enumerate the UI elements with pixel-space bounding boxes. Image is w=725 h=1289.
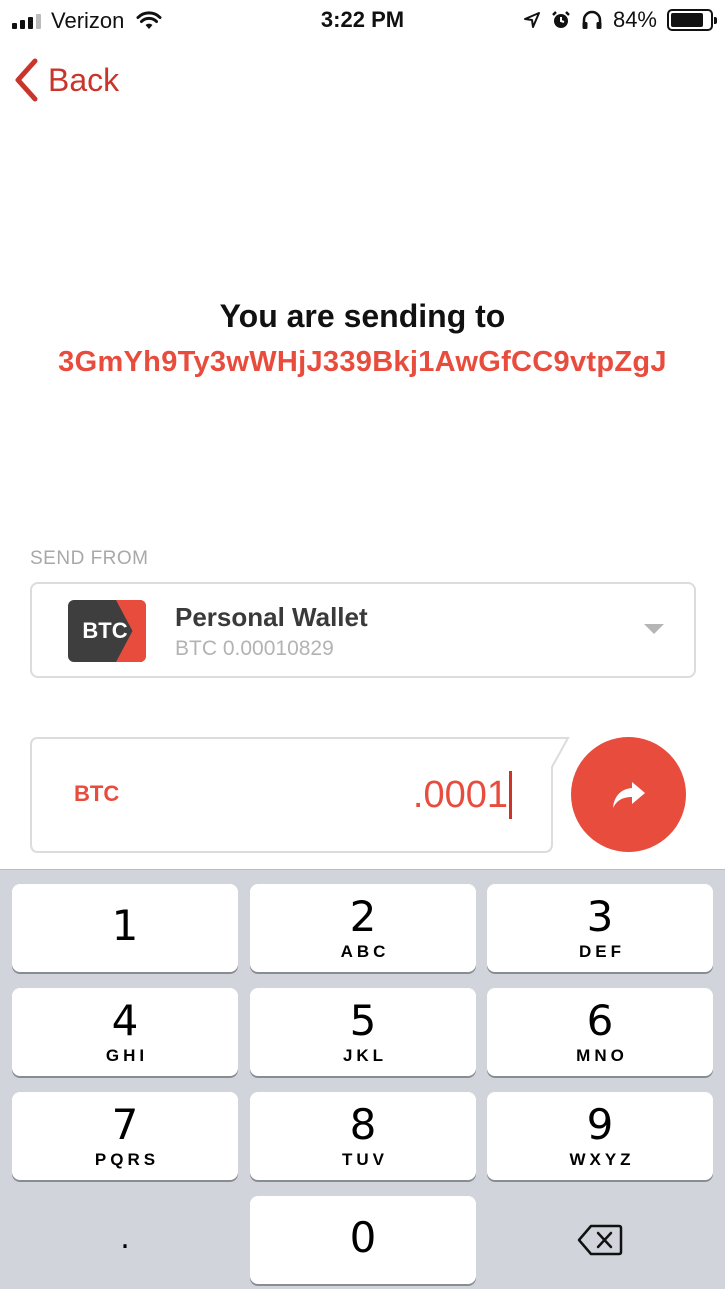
- text-cursor: [509, 771, 512, 819]
- key-2[interactable]: 2 ABC: [250, 884, 476, 972]
- key-7[interactable]: 7 PQRS: [12, 1092, 238, 1180]
- wallet-name: Personal Wallet: [175, 602, 368, 632]
- battery-percent: 84%: [612, 7, 657, 32]
- key-letters: DEF: [579, 942, 625, 961]
- back-label: Back: [48, 61, 120, 98]
- key-digit: 0: [349, 1213, 377, 1262]
- battery-icon: [667, 9, 717, 31]
- key-6[interactable]: 6 MNO: [487, 988, 713, 1076]
- backspace-icon: [577, 1224, 623, 1256]
- headphones-icon: [582, 10, 602, 29]
- key-letters: MNO: [576, 1046, 628, 1065]
- key-digit: 3: [586, 892, 614, 941]
- key-5[interactable]: 5 JKL: [250, 988, 476, 1076]
- amount-value-wrap: .0001: [413, 771, 512, 819]
- key-letters: TUV: [342, 1150, 388, 1169]
- key-digit: 5: [349, 996, 377, 1045]
- key-letters: PQRS: [94, 1150, 160, 1169]
- location-icon: [523, 12, 540, 28]
- key-1[interactable]: 1: [12, 884, 238, 972]
- key-digit: 8: [349, 1100, 377, 1149]
- share-arrow-icon: [612, 781, 645, 808]
- key-letters: WXYZ: [569, 1150, 635, 1169]
- key-letters: JKL: [342, 1046, 388, 1065]
- alarm-icon: [552, 11, 570, 28]
- recipient-address: 3GmYh9Ty3wWHjJ339Bkj1AwGfCC9vtpZgJ: [58, 346, 667, 378]
- numeric-keypad: 1 2 ABC 3 DEF 4 GHI 5 JKL 6 MNO 7 PQRS 8…: [0, 869, 725, 1289]
- back-button[interactable]: Back: [14, 58, 119, 102]
- battery-fill: [671, 13, 703, 27]
- amount-input[interactable]: BTC .0001: [30, 737, 570, 853]
- key-digit: 6: [586, 996, 614, 1045]
- send-from-label: SEND FROM: [30, 548, 149, 569]
- amount-value: .0001: [412, 773, 508, 816]
- wallet-balance: BTC 0.00010829: [175, 637, 334, 660]
- key-decimal[interactable]: .: [12, 1196, 238, 1284]
- key-3[interactable]: 3 DEF: [487, 884, 713, 972]
- key-digit: 7: [111, 1100, 139, 1149]
- key-0[interactable]: 0: [250, 1196, 476, 1284]
- key-digit: 2: [349, 892, 377, 941]
- recipient-heading: You are sending to: [219, 298, 506, 334]
- key-digit: 1: [111, 901, 139, 950]
- send-button[interactable]: [571, 737, 686, 852]
- key-8[interactable]: 8 TUV: [250, 1092, 476, 1180]
- key-4[interactable]: 4 GHI: [12, 988, 238, 1076]
- wallet-selector[interactable]: BTC Personal Wallet BTC 0.00010829: [30, 582, 696, 678]
- key-digit: 4: [111, 996, 139, 1045]
- status-bar: Verizon 3:22 PM 84%: [0, 0, 725, 40]
- amount-currency: BTC: [74, 781, 120, 806]
- key-backspace[interactable]: [487, 1196, 713, 1284]
- chevron-left-icon: [15, 58, 38, 102]
- caret-down-icon: [644, 624, 664, 634]
- key-digit: 9: [586, 1100, 614, 1149]
- key-digit: .: [120, 1221, 130, 1256]
- wallet-logo-text: BTC: [82, 618, 128, 643]
- key-9[interactable]: 9 WXYZ: [487, 1092, 713, 1180]
- status-right: 84%: [523, 7, 717, 33]
- key-letters: ABC: [340, 942, 390, 961]
- key-letters: GHI: [105, 1046, 149, 1065]
- btc-wallet-logo: BTC: [68, 600, 146, 662]
